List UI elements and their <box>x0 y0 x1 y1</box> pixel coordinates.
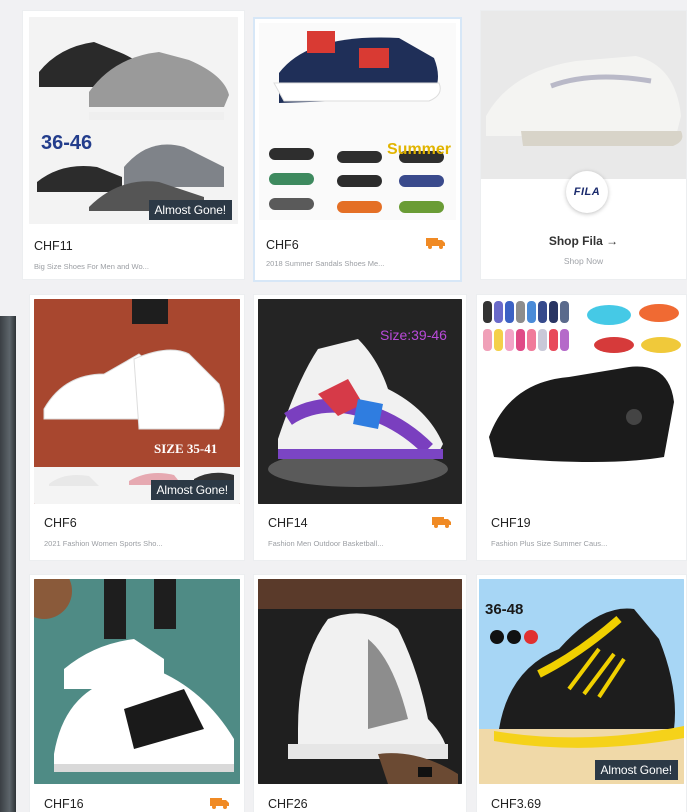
product-card[interactable]: 36-48 Almost Gone! CHF3.69 <box>477 575 686 812</box>
almost-gone-badge: Almost Gone! <box>150 480 234 500</box>
product-image[interactable]: Summer <box>259 23 456 220</box>
product-image[interactable]: SIZE 35-41 Almost Gone! <box>34 299 240 504</box>
fila-logo: FILA <box>566 171 608 213</box>
product-price: CHF3.69 <box>491 797 542 811</box>
size-tag: 36-46 <box>41 132 93 154</box>
product-price: CHF11 <box>34 239 73 253</box>
shipping-truck-icon <box>426 238 445 249</box>
shipping-truck-icon <box>432 517 451 528</box>
size-tag: Size:39-46 <box>380 327 447 343</box>
shop-now-link[interactable]: Shop Now <box>481 256 686 266</box>
size-tag: SIZE 35-41 <box>154 441 218 456</box>
product-title[interactable]: Big Size Shoes For Men and Wo... <box>34 262 236 271</box>
brand-image[interactable] <box>481 11 686 179</box>
product-price: CHF6 <box>266 238 299 252</box>
product-image[interactable]: Size:39-46 <box>258 299 462 504</box>
product-card[interactable]: Size:39-46 CHF14 Fashion Men Outdoor Bas… <box>254 295 466 560</box>
product-card[interactable]: CHF26 <box>254 575 466 812</box>
product-price: CHF14 <box>268 516 308 530</box>
shipping-truck-icon <box>210 798 229 809</box>
size-tag: 36-48 <box>485 601 524 618</box>
product-title[interactable]: 2018 Summer Sandals Shoes Me... <box>266 259 452 268</box>
product-card[interactable]: 36-46 Almost Gone! CHF11 Big Size Shoes … <box>23 11 244 279</box>
background-edge <box>0 316 16 812</box>
product-price: CHF26 <box>268 797 308 811</box>
product-image[interactable] <box>258 579 462 784</box>
almost-gone-badge: Almost Gone! <box>148 200 232 220</box>
product-card[interactable]: Summer CHF6 2018 Summer Sandals Shoes Me… <box>255 19 460 280</box>
product-image[interactable]: 36-48 Almost Gone! <box>479 579 684 784</box>
product-title[interactable]: Fashion Men Outdoor Basketball... <box>268 539 458 548</box>
almost-gone-badge: Almost Gone! <box>594 760 678 780</box>
product-card[interactable]: CHF16 <box>30 575 244 812</box>
product-title[interactable]: Fashion Plus Size Summer Caus... <box>491 539 678 548</box>
product-price: CHF16 <box>44 797 84 811</box>
product-card[interactable]: SIZE 35-41 Almost Gone! CHF6 2021 Fashio… <box>30 295 244 560</box>
product-card[interactable]: CHF19 Fashion Plus Size Summer Caus... <box>477 295 686 560</box>
product-image[interactable]: 36-46 Almost Gone! <box>29 17 238 224</box>
product-price: CHF19 <box>491 516 531 530</box>
product-image[interactable] <box>34 579 240 784</box>
product-title[interactable]: 2021 Fashion Women Sports Sho... <box>44 539 236 548</box>
product-price: CHF6 <box>44 516 77 530</box>
size-tag: Summer <box>387 141 452 158</box>
brand-card[interactable]: FILA Shop Fila → Shop Now <box>481 11 686 279</box>
shop-brand-link[interactable]: Shop Fila → <box>481 234 686 248</box>
product-image[interactable] <box>479 297 684 504</box>
